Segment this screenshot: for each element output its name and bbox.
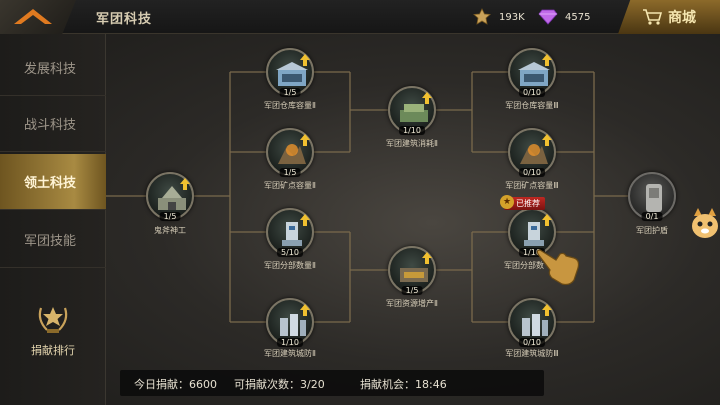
tech-name: 军团资源增产Ⅱ <box>386 299 438 308</box>
upgrade-arrow-icon <box>542 54 552 66</box>
tech-name: 军团矿点容量Ⅱ <box>264 181 316 190</box>
upgrade-arrow-icon <box>300 304 310 316</box>
tech-name: 军团建筑消耗Ⅱ <box>386 139 438 148</box>
upgrade-arrow-icon <box>422 92 432 104</box>
sidebar: 发展科技 战斗科技 领土科技 军团技能 捐献排行 <box>0 34 106 405</box>
donate-chance-timer: 捐献机会：18:46 <box>360 378 447 391</box>
tech-level: 1/10 <box>399 126 425 135</box>
tech-name: 军团建筑城防Ⅲ <box>505 349 559 358</box>
tech-level: 1/10 <box>277 338 303 347</box>
upgrade-arrow-icon <box>180 178 190 190</box>
tech-node-master-craft[interactable]: 1/5 <box>146 172 194 221</box>
tech-level: 5/10 <box>277 248 303 257</box>
tab-label: 军团技能 <box>24 234 77 249</box>
cart-icon <box>643 9 662 25</box>
tech-node-build-cost-2[interactable]: 1/10 <box>388 86 436 135</box>
upgrade-arrow-icon <box>300 54 310 66</box>
star-icon: ★ <box>500 195 514 209</box>
tech-node-city-defense-3[interactable]: 0/10 <box>508 298 556 347</box>
tech-name: 军团仓库容量Ⅱ <box>264 101 316 110</box>
upgrade-arrow-icon <box>542 214 552 226</box>
gem-value: 4575 <box>565 11 591 23</box>
shop-button[interactable]: 商城 <box>618 0 720 34</box>
tech-node-resource-boost-2[interactable]: 1/5 <box>388 246 436 295</box>
tech-name: 军团建筑城防Ⅱ <box>264 349 316 358</box>
merit-medal-icon <box>473 8 491 25</box>
tech-level: 1/5 <box>279 168 301 177</box>
today-donation: 今日捐献：6600 <box>134 378 217 391</box>
tech-name: 军团仓库容量Ⅲ <box>505 101 559 110</box>
upgrade-arrow-icon <box>422 252 432 264</box>
tech-tree-connectors <box>106 71 628 323</box>
tab-label: 领土科技 <box>24 176 77 191</box>
tech-name: 军团分部数 <box>504 261 544 270</box>
tech-name: 军团护盾 <box>636 226 668 235</box>
page-title: 军团科技 <box>96 12 153 27</box>
recommended-badge: ★ 已推荐 <box>500 195 545 210</box>
tech-node-city-defense-2[interactable]: 1/10 <box>266 298 314 347</box>
tab-development-tech[interactable]: 发展科技 <box>0 40 106 96</box>
donation-ranking-button[interactable]: 捐献排行 <box>20 302 86 362</box>
back-arrow-icon <box>14 9 52 24</box>
tech-level: 1/5 <box>159 212 181 221</box>
upgrade-arrow-icon <box>300 134 310 146</box>
diamond-icon <box>538 9 558 25</box>
upgrade-arrow-icon <box>542 304 552 316</box>
tech-level: 1/10 <box>519 248 545 257</box>
tech-level: 0/1 <box>641 212 663 221</box>
tech-level: 0/10 <box>519 338 545 347</box>
donate-times: 可捐献次数：3/20 <box>234 378 325 391</box>
tech-node-branch-count-3[interactable]: 1/10 <box>508 208 556 257</box>
recommended-label: 已推荐 <box>516 199 540 208</box>
tech-level: 0/10 <box>519 168 545 177</box>
laurel-rank-icon <box>38 307 68 333</box>
gem-resource: 4575 <box>538 8 590 26</box>
tech-name: 鬼斧神工 <box>154 226 186 235</box>
shop-label: 商城 <box>668 10 696 26</box>
tab-label: 发展科技 <box>24 62 77 77</box>
tech-node-mine-3[interactable]: 0/10 <box>508 128 556 177</box>
tech-level: 0/10 <box>519 88 545 97</box>
tab-legion-skills[interactable]: 军团技能 <box>0 212 106 268</box>
tech-name: 军团矿点容量Ⅲ <box>505 181 559 190</box>
tech-level: 1/5 <box>279 88 301 97</box>
back-button[interactable] <box>0 0 76 34</box>
tech-node-branch-count-2[interactable]: 5/10 <box>266 208 314 257</box>
upgrade-arrow-icon <box>542 134 552 146</box>
tech-name: 军团分部数量Ⅱ <box>264 261 316 270</box>
tech-node-warehouse-3[interactable]: 0/10 <box>508 48 556 97</box>
tab-territory-tech[interactable]: 领土科技 <box>0 154 106 210</box>
mascot-helper-icon[interactable] <box>690 208 720 240</box>
tech-level: 1/5 <box>401 286 423 295</box>
tech-node-legion-shield[interactable]: 0/1 <box>628 172 676 221</box>
tech-node-warehouse-2[interactable]: 1/5 <box>266 48 314 97</box>
donation-ranking-label: 捐献排行 <box>31 344 75 357</box>
shield-icon <box>646 184 662 212</box>
donation-status-bar: 今日捐献：6600 可捐献次数：3/20 捐献机会：18:46 <box>120 370 544 396</box>
top-bar: 军团科技 193K 4575 商城 <box>0 0 720 34</box>
tab-label: 战斗科技 <box>24 118 77 133</box>
upgrade-arrow-icon <box>300 214 310 226</box>
merit-value: 193K <box>499 11 525 23</box>
tab-combat-tech[interactable]: 战斗科技 <box>0 96 106 152</box>
merit-resource: 193K <box>472 8 525 26</box>
tech-node-mine-2[interactable]: 1/5 <box>266 128 314 177</box>
